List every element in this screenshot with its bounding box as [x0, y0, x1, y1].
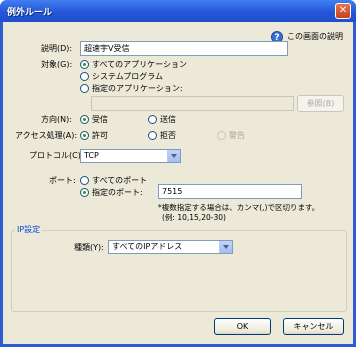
target-option-all-apps[interactable]: すべてのアプリケーション: [92, 60, 187, 70]
window-title: 例外ルール: [7, 8, 53, 18]
target-radio-all-apps[interactable]: [80, 60, 89, 69]
ok-button[interactable]: OK: [214, 318, 271, 335]
protocol-value: TCP: [84, 151, 99, 160]
action-option-allow[interactable]: 許可: [92, 131, 108, 141]
cancel-button[interactable]: キャンセル: [283, 318, 344, 335]
help-link[interactable]: この画面の説明: [287, 32, 343, 42]
action-option-warn[interactable]: 警告: [229, 131, 245, 141]
protocol-label: プロトコル(C):: [29, 151, 84, 160]
port-radio-specified[interactable]: [80, 188, 89, 197]
direction-radio-outbound[interactable]: [148, 115, 157, 124]
port-input[interactable]: 7515: [158, 184, 302, 199]
close-icon: ✕: [338, 5, 348, 16]
port-label: ポート:: [49, 176, 76, 185]
title-bar[interactable]: 例外ルール ✕: [0, 0, 356, 22]
action-label: アクセス処理(A):: [15, 131, 78, 140]
direction-option-inbound[interactable]: 受信: [92, 115, 108, 125]
target-option-system[interactable]: システムプログラム: [92, 72, 163, 82]
close-button[interactable]: ✕: [335, 3, 351, 19]
chevron-down-icon[interactable]: [167, 150, 180, 162]
description-input[interactable]: 超速宇V受信: [80, 41, 288, 56]
ip-type-value: すべてのIPアドレス: [112, 242, 183, 251]
target-label: 対象(G):: [41, 60, 73, 69]
direction-option-outbound[interactable]: 送信: [160, 115, 176, 125]
target-radio-system[interactable]: [80, 72, 89, 81]
ip-settings-title: IP設定: [15, 225, 43, 235]
description-label: 説明(D):: [41, 44, 73, 53]
dialog-window: 例外ルール ✕ ? この画面の説明 説明(D): 超速宇V受信 対象(G): す…: [0, 0, 356, 347]
browse-button[interactable]: 参照(B): [297, 95, 344, 112]
port-option-all[interactable]: すべてのポート: [92, 176, 147, 186]
target-option-specified-app[interactable]: 指定のアプリケーション:: [92, 84, 183, 94]
chevron-down-icon[interactable]: [219, 241, 232, 253]
port-hint-line1: *複数指定する場合は、カンマ(,)で区切ります。: [158, 203, 320, 212]
ip-type-select[interactable]: すべてのIPアドレス: [108, 240, 233, 254]
direction-label: 方向(N):: [41, 115, 72, 124]
action-option-deny[interactable]: 拒否: [160, 131, 176, 141]
action-radio-warn[interactable]: [217, 131, 226, 140]
dialog-body: ? この画面の説明 説明(D): 超速宇V受信 対象(G): すべてのアプリケー…: [3, 22, 353, 344]
app-path-input[interactable]: [91, 96, 294, 111]
port-option-specified[interactable]: 指定のポート:: [92, 188, 143, 198]
port-hint-line2: (例: 10,15,20-30): [162, 213, 226, 222]
target-radio-specified-app[interactable]: [80, 84, 89, 93]
direction-radio-inbound[interactable]: [80, 115, 89, 124]
action-radio-allow[interactable]: [80, 131, 89, 140]
action-radio-deny[interactable]: [148, 131, 157, 140]
port-radio-all[interactable]: [80, 176, 89, 185]
ip-type-label: 種類(Y):: [74, 243, 104, 252]
protocol-select[interactable]: TCP: [80, 149, 181, 163]
